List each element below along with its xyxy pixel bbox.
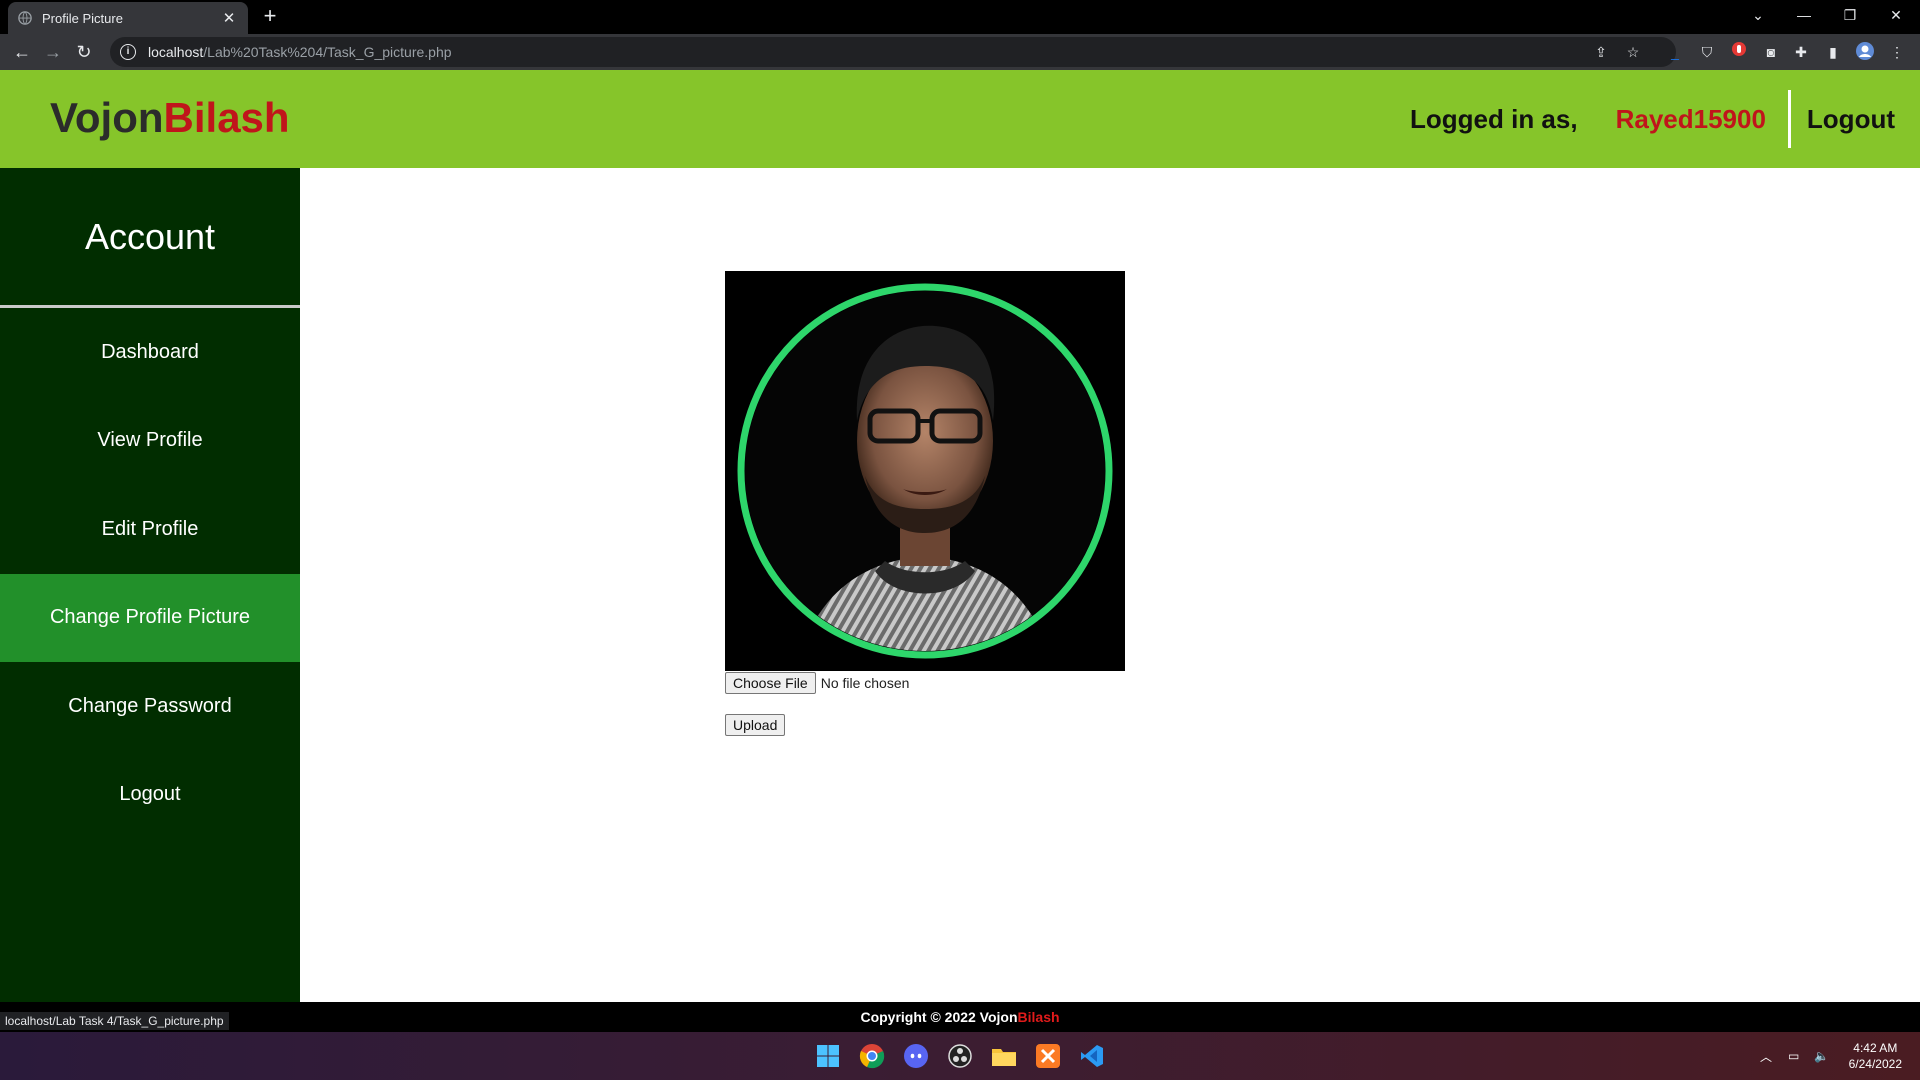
back-icon[interactable]: ← bbox=[10, 40, 34, 64]
url-path: /Lab%20Task%204/Task_G_picture.php bbox=[203, 44, 452, 60]
stop-hand-extension-icon[interactable] bbox=[1728, 41, 1750, 63]
vscode-icon[interactable] bbox=[1076, 1040, 1108, 1072]
chrome-icon[interactable] bbox=[856, 1040, 888, 1072]
extensions-puzzle-icon[interactable]: ✚ bbox=[1790, 41, 1812, 63]
globe-icon bbox=[18, 11, 32, 25]
file-explorer-icon[interactable] bbox=[988, 1040, 1020, 1072]
sidebar-item-change-profile-picture[interactable]: Change Profile Picture bbox=[0, 573, 300, 662]
url-host: localhost bbox=[148, 44, 204, 60]
file-input: Choose File No file chosen bbox=[725, 672, 909, 694]
profile-avatar-icon[interactable] bbox=[1854, 41, 1876, 63]
username-link[interactable]: Rayed15900 bbox=[1616, 104, 1766, 135]
side-panel-icon[interactable]: ▮ bbox=[1822, 41, 1844, 63]
file-status-text: No file chosen bbox=[820, 675, 910, 691]
profile-picture bbox=[725, 271, 1125, 671]
volume-icon[interactable]: 🔈 bbox=[1814, 1032, 1829, 1080]
clock-time: 4:42 AM bbox=[1853, 1041, 1898, 1055]
bookmark-star-icon[interactable]: ☆ bbox=[1622, 41, 1644, 63]
tab-title: Profile Picture bbox=[42, 10, 123, 26]
browser-tab[interactable]: Profile Picture ✕ bbox=[8, 2, 248, 34]
tray-overflow-icon[interactable]: ︿ bbox=[1760, 1032, 1772, 1080]
forward-icon[interactable]: → bbox=[41, 40, 65, 64]
clock-date: 6/24/2022 bbox=[1848, 1057, 1902, 1071]
restore-icon[interactable]: ❐ bbox=[1828, 0, 1872, 30]
windows-start-icon[interactable] bbox=[812, 1040, 844, 1072]
user-info: Logged in as, Rayed15900 Logout bbox=[1410, 70, 1895, 168]
copyright-brand: Bilash bbox=[1017, 1009, 1060, 1025]
obs-icon[interactable] bbox=[944, 1040, 976, 1072]
reload-icon[interactable]: ↻ bbox=[72, 40, 96, 64]
copyright-prefix: Copyright © 2022 Vojon bbox=[860, 1009, 1018, 1025]
profile-portrait-image bbox=[725, 271, 1125, 671]
logged-in-label: Logged in as, bbox=[1410, 103, 1578, 134]
site-header: VojonBilash Logged in as, Rayed15900 Log… bbox=[0, 70, 1920, 168]
copyright-text: Copyright © 2022 VojonBilash bbox=[0, 1009, 1920, 1025]
browser-menu-icon[interactable]: ⋮ bbox=[1886, 41, 1908, 63]
address-bar[interactable]: i localhost/Lab%20Task%204/Task_G_pictur… bbox=[110, 37, 1676, 67]
browser-toolbar: ← → ↻ i localhost/Lab%20Task%204/Task_G_… bbox=[0, 34, 1920, 70]
brand-part-1: Vojon bbox=[50, 94, 164, 141]
upload-button[interactable]: Upload bbox=[725, 714, 786, 736]
header-divider bbox=[1787, 90, 1791, 148]
web-page: VojonBilash Logged in as, Rayed15900 Log… bbox=[0, 70, 1920, 1032]
site-info-icon[interactable]: i bbox=[120, 44, 136, 60]
minimize-icon[interactable]: — bbox=[1782, 0, 1826, 30]
extension-underline-icon[interactable]: _ bbox=[1664, 41, 1686, 63]
new-tab-icon[interactable]: + bbox=[258, 5, 282, 29]
camera-extension-icon[interactable]: ◙ bbox=[1760, 41, 1782, 63]
system-clock[interactable]: 4:42 AM 6/24/2022 bbox=[1849, 1040, 1902, 1072]
sidebar-item-edit-profile[interactable]: Edit Profile bbox=[0, 485, 300, 574]
sidebar-item-logout[interactable]: Logout bbox=[0, 751, 300, 840]
sidebar-item-dashboard[interactable]: Dashboard bbox=[0, 308, 300, 397]
network-icon[interactable]: ▭ bbox=[1788, 1032, 1799, 1080]
xampp-icon[interactable] bbox=[1032, 1040, 1064, 1072]
main-content: Choose File No file chosen Upload bbox=[300, 168, 1920, 1002]
sidebar-item-change-password[interactable]: Change Password bbox=[0, 662, 300, 751]
sidebar-title: Account bbox=[0, 168, 300, 308]
tab-search-icon[interactable]: ⌄ bbox=[1736, 0, 1780, 30]
brand-logo[interactable]: VojonBilash bbox=[50, 94, 290, 142]
close-tab-icon[interactable]: ✕ bbox=[220, 9, 238, 27]
share-icon[interactable]: ⇪ bbox=[1590, 41, 1612, 63]
windows-taskbar: ︿ ▭ 🔈 4:42 AM 6/24/2022 bbox=[0, 1032, 1920, 1080]
discord-icon[interactable] bbox=[900, 1040, 932, 1072]
site-footer: Copyright © 2022 VojonBilash localhost/L… bbox=[0, 1002, 1920, 1032]
link-status-bubble: localhost/Lab Task 4/Task_G_picture.php bbox=[0, 1012, 229, 1030]
header-logout-link[interactable]: Logout bbox=[1807, 104, 1895, 135]
close-window-icon[interactable]: ✕ bbox=[1874, 0, 1918, 30]
choose-file-button[interactable]: Choose File bbox=[725, 672, 816, 694]
account-sidebar: Account Dashboard View Profile Edit Prof… bbox=[0, 168, 300, 1002]
shield-extension-icon[interactable]: ⛉ bbox=[1696, 41, 1718, 63]
browser-tabstrip: Profile Picture ✕ + ⌄ — ❐ ✕ bbox=[0, 0, 1920, 34]
brand-part-2: Bilash bbox=[163, 94, 290, 141]
sidebar-item-view-profile[interactable]: View Profile bbox=[0, 397, 300, 486]
